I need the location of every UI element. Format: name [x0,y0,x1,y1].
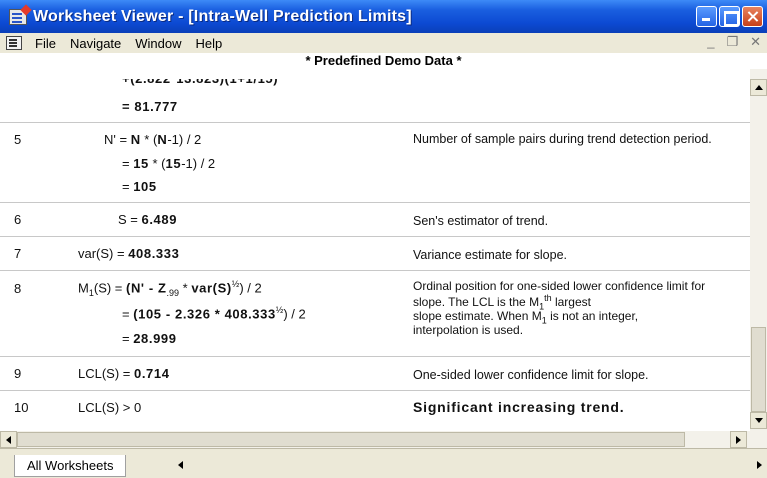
tab-scroll-left-icon[interactable] [178,461,183,469]
window-title: Worksheet Viewer - [Intra-Well Predictio… [33,7,412,25]
row7-description: Variance estimate for slope. [413,248,568,262]
row9-description: One-sided lower confidence limit for slo… [413,368,649,382]
menu-help[interactable]: Help [189,36,230,51]
row5-formula-line3: = 105 [122,179,157,194]
vertical-scrollbar[interactable] [750,69,767,431]
worksheet-content: +(2.822*13.823)(1+1/15) = 81.777 5 N' = … [0,69,750,431]
close-icon[interactable] [742,6,763,27]
row10-formula: LCL(S) > 0 [78,400,142,415]
title-bar: Worksheet Viewer - [Intra-Well Predictio… [0,0,767,33]
row-divider [0,122,750,123]
row-number: 6 [14,212,22,227]
vertical-scroll-thumb[interactable] [751,327,766,412]
row5-formula-line2: = 15 * (15-1) / 2 [122,156,216,171]
mdi-minimize-icon[interactable]: _ [707,34,714,50]
menu-file[interactable]: File [28,36,63,51]
arrow-left-icon[interactable] [0,431,17,448]
arrow-up-icon[interactable] [750,79,767,96]
row-number: 9 [14,366,22,381]
horizontal-scrollbar[interactable] [0,431,767,448]
row-divider [0,202,750,203]
maximize-icon[interactable] [719,6,740,27]
document-header: * Predefined Demo Data * [0,53,767,69]
document-icon[interactable] [6,36,22,50]
row9-formula: LCL(S) = 0.714 [78,366,170,381]
tab-scroll-right-icon[interactable] [757,461,762,469]
row-divider [0,390,750,391]
row-number: 8 [14,281,22,296]
menu-navigate[interactable]: Navigate [63,36,128,51]
mdi-restore-icon[interactable]: ❐ [726,34,738,50]
row-number: 5 [14,132,22,147]
mdi-controls: _ ❐ ✕ [707,34,761,50]
row-divider [0,236,750,237]
arrow-down-icon[interactable] [750,412,767,429]
tab-all-worksheets[interactable]: All Worksheets [14,455,127,477]
row8-formula-line3: = 28.999 [122,331,177,346]
row-divider [0,270,750,271]
row7-formula: var(S) = 408.333 [78,246,180,261]
row5-description: Number of sample pairs during trend dete… [413,132,712,146]
row-divider [0,356,750,357]
row-number: 7 [14,246,22,261]
menu-bar: File Navigate Window Help _ ❐ ✕ [0,33,767,53]
row10-conclusion: Significant increasing trend. [413,399,625,415]
app-icon[interactable] [9,8,27,25]
horizontal-scroll-thumb[interactable] [17,432,685,447]
row5-formula-line1: N' = N * (N-1) / 2 [104,132,202,147]
window-controls [696,6,763,27]
row6-description: Sen's estimator of trend. [413,214,549,228]
row8-formula-line1: M1(S) = (N' - Z.99 * var(S)½) / 2 [78,279,262,298]
worksheet-tab-bar: All Worksheets [0,448,767,478]
mdi-close-icon[interactable]: ✕ [750,34,761,50]
row8-description-line4: interpolation is used. [413,323,524,337]
row6-formula: S = 6.489 [118,212,178,227]
menu-window[interactable]: Window [128,36,188,51]
minimize-icon[interactable] [696,6,717,27]
row8-description-line1: Ordinal position for one-sided lower con… [413,279,706,293]
arrow-right-icon[interactable] [730,431,747,448]
row4-result: = 81.777 [122,99,178,114]
partial-formula-line: +(2.822*13.823)(1+1/15) [122,71,279,86]
row-number: 10 [14,400,29,415]
row8-formula-line2: = (105 - 2.326 * 408.333½) / 2 [122,305,306,322]
